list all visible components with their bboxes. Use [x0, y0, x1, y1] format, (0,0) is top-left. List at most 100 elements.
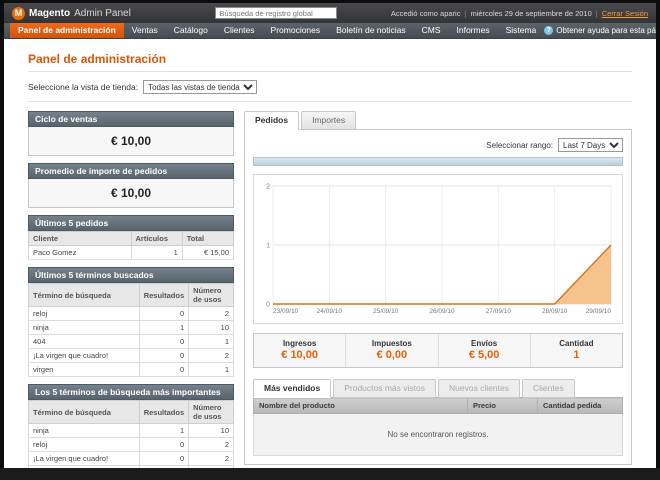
svg-text:2: 2 [266, 184, 270, 191]
dashboard-tabs: Pedidos Importes [244, 111, 632, 130]
table-row: ninja 1 10 [28, 320, 234, 335]
svg-text:25/09/10: 25/09/10 [373, 308, 399, 315]
nav-item-3[interactable]: Clientes [216, 23, 263, 38]
lifetime-sales-value: € 10,00 [28, 127, 234, 156]
nav-item-2[interactable]: Catálogo [166, 23, 216, 38]
admin-window: M Magento Admin Panel Accedió como apari… [4, 3, 656, 468]
column-header: Número de usos [188, 400, 234, 424]
last-search-table: Término de búsqueda Resultados Número de u… [28, 283, 234, 377]
nav-item-4[interactable]: Promociones [263, 23, 329, 38]
footer-bar [0, 468, 660, 480]
column-header: Término de búsqueda [28, 283, 140, 307]
average-orders-value: € 10,00 [28, 179, 234, 208]
separator: | [464, 8, 467, 18]
separator: | [595, 8, 598, 18]
bottom-tab-0[interactable]: Más vendidos [253, 379, 332, 398]
column-header: Total [181, 231, 235, 246]
range-label: Seleccionar rango: [486, 140, 553, 150]
dashboard-main: Pedidos Importes Seleccionar rango: Last … [244, 111, 632, 468]
divider [28, 101, 632, 102]
stat-3: Cantidad 1 [529, 334, 622, 367]
table-row: reloj 0 2 [28, 437, 234, 452]
tab-1[interactable]: Importes [301, 111, 357, 130]
page-help-link[interactable]: ? Obtener ayuda para esta página [544, 23, 656, 38]
chart-header-bar [253, 157, 623, 166]
range-select[interactable]: Last 7 Days [558, 138, 623, 152]
page-title: Panel de administración [28, 52, 167, 66]
svg-text:27/09/10: 27/09/10 [486, 308, 512, 315]
column-header: Resultados [138, 283, 190, 307]
global-search [162, 7, 391, 19]
stat-0: Ingresos € 10,00 [281, 339, 318, 361]
table-row: reloj 0 2 [28, 306, 234, 321]
main-nav: Panel de administración Ventas Catálogo Cli… [4, 23, 656, 39]
stats-row: Ingresos € 10,00 Impuestos € 0,00 Envíos € 5,… [253, 333, 623, 368]
svg-text:29/09/10: 29/09/10 [586, 308, 612, 315]
column-header: Artículos [130, 231, 183, 246]
tab-0[interactable]: Pedidos [244, 111, 300, 130]
dashboard-content: Panel de administración Seleccione la vi… [4, 39, 656, 468]
svg-text:24/09/10: 24/09/10 [317, 308, 343, 315]
svg-text:1: 1 [266, 243, 270, 250]
table-row: virgen 0 1 [28, 362, 234, 377]
last-search-header: Últimos 5 términos buscados [28, 267, 234, 283]
logout-link[interactable]: Cerrar Sesión [602, 9, 648, 18]
chart-container: 0 1 2 23/09/10 24/09/10 25/09/10 26/09/10 27/09… [253, 174, 623, 324]
products-table: Nombre del producto Precio Cantidad pedida… [253, 397, 623, 456]
nav-item-0[interactable]: Panel de administración [10, 23, 124, 38]
last-orders-card: Últimos 5 pedidos Cliente Artículos Total P… [28, 215, 235, 260]
average-orders-card: Promedio de importe de pedidos € 10,00 [28, 163, 234, 208]
svg-text:23/09/10: 23/09/10 [273, 308, 299, 315]
nav-item-1[interactable]: Ventas [124, 23, 166, 38]
nav-item-5[interactable]: Boletín de noticias [328, 23, 413, 38]
table-row: ¡La virgen que cuadro! 0 2 [28, 348, 234, 363]
column-header: Cliente [28, 231, 132, 246]
bottom-tabs: Más vendidos Productos más vistos Nuevos c… [253, 379, 623, 398]
column-header: Precio [467, 397, 538, 414]
svg-text:28/09/10: 28/09/10 [542, 308, 568, 315]
help-label: Obtener ayuda para esta página [556, 26, 656, 35]
orders-panel: Seleccionar rango: Last 7 Days 0 1 2 23/09/… [244, 129, 632, 465]
svg-text:26/09/10: 26/09/10 [429, 308, 455, 315]
last-orders-header: Últimos 5 pedidos [28, 215, 234, 231]
magento-logo[interactable]: M Magento Admin Panel [12, 6, 162, 20]
svg-text:0: 0 [266, 302, 270, 309]
magento-logo-icon: M [12, 6, 25, 20]
logged-in-text: Accedió como aparic [390, 8, 461, 18]
store-view-switcher: Seleccione la vista de tienda: Todas las… [28, 80, 632, 94]
average-orders-header: Promedio de importe de pedidos [28, 163, 234, 179]
empty-message: No se encontraron registros. [253, 413, 623, 456]
last-orders-table: Cliente Artículos Total Paco Gomez 1 € 15,00 [28, 231, 235, 260]
help-icon: ? [544, 26, 554, 35]
top-search-header: Los 5 términos de búsqueda más important… [28, 384, 234, 400]
current-date: miércoles 29 de septiembre de 2010 [470, 8, 592, 18]
stat-2: Envíos € 5,00 [437, 334, 530, 367]
nav-items: Panel de administración Ventas Catálogo Cli… [10, 23, 544, 38]
table-row: 40401 [28, 334, 234, 349]
lifetime-sales-card: Ciclo de ventas € 10,00 [28, 111, 234, 156]
range-selector: Seleccionar rango: Last 7 Days [253, 138, 623, 152]
column-header: Número de usos [188, 283, 234, 307]
bottom-tab-2: Nuevos clientes [438, 379, 521, 398]
lifetime-sales-header: Ciclo de ventas [28, 111, 234, 127]
column-header: Nombre del producto [253, 397, 468, 414]
table-row: ¡La virgen que cuadro! 0 2 [28, 451, 234, 466]
column-header: Cantidad pedida [537, 397, 623, 414]
dashboard-sidebar: Ciclo de ventas € 10,00 Promedio de impo… [28, 111, 235, 468]
global-search-input[interactable] [215, 7, 338, 19]
nav-item-6[interactable]: CMS [414, 23, 449, 38]
nav-item-7[interactable]: Informes [449, 23, 498, 38]
table-row: ninja 1 10 [28, 423, 234, 438]
store-view-select[interactable]: Todas las vistas de tienda [143, 80, 258, 94]
nav-item-8[interactable]: Sistema [498, 23, 545, 38]
table-row: Paco Gomez 1 € 15,00 [28, 245, 235, 260]
bottom-tab-1: Productos más vistos [333, 379, 436, 398]
top-search-card: Los 5 términos de búsqueda más important… [28, 384, 234, 468]
store-view-label: Seleccione la vista de tienda: [28, 82, 139, 92]
column-header: Resultados [138, 400, 190, 424]
top-search-table: Término de búsqueda Resultados Número de u… [28, 400, 234, 468]
orders-chart: 0 1 2 23/09/10 24/09/10 25/09/10 26/09/10 27/09… [266, 184, 612, 315]
user-info: Accedió como aparic | miércoles 29 de se… [391, 9, 648, 18]
brand-suffix: Admin Panel [74, 7, 131, 19]
column-header: Término de búsqueda [28, 400, 140, 424]
